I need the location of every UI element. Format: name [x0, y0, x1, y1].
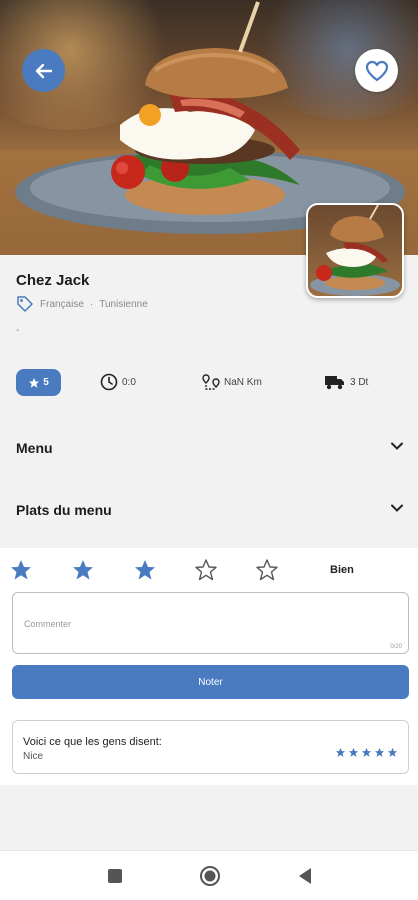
star-filled-icon[interactable]	[71, 558, 95, 582]
category-row: Française · Tunisienne	[16, 295, 148, 313]
triangle-back-icon	[299, 868, 311, 884]
time-stat: 0:0	[100, 373, 136, 391]
menu-accordion[interactable]: Menu	[0, 429, 418, 469]
heart-outline-icon	[365, 60, 388, 81]
star-icon	[361, 747, 372, 757]
chevron-down-icon	[391, 504, 403, 512]
star-icon	[387, 747, 398, 757]
route-icon	[202, 374, 220, 390]
star-filled-icon[interactable]	[9, 558, 33, 582]
category-separator: ·	[89, 298, 94, 310]
star-icon	[29, 377, 40, 388]
submit-rating-label: Noter	[198, 676, 223, 688]
testimonial-heading: Voici ce que les gens disent:	[23, 736, 162, 748]
square-icon	[108, 869, 122, 883]
chevron-down-icon	[391, 442, 403, 450]
rating-word: Bien	[330, 564, 354, 576]
testimonial-card: Voici ce que les gens disent: Nice	[12, 720, 409, 774]
char-counter: 0/20	[390, 644, 402, 650]
comment-input[interactable]: Commenter 0/20	[12, 592, 409, 654]
clock-icon	[100, 373, 118, 391]
stats-row: 5 0:0 NaN Km 3 Dt	[0, 369, 418, 397]
favorite-button[interactable]	[355, 49, 398, 92]
star-icon	[348, 747, 359, 757]
star-rating-input: Bien	[0, 558, 418, 584]
home-button[interactable]	[198, 864, 222, 888]
dishes-accordion[interactable]: Plats du menu	[0, 491, 418, 531]
rating-badge: 5	[16, 369, 61, 396]
system-nav-bar	[0, 850, 418, 900]
category-label: Tunisienne	[99, 298, 148, 310]
tag-icon	[17, 296, 33, 312]
review-section: Bien Commenter 0/20 Noter Voici ce que l…	[0, 548, 418, 785]
submit-rating-button[interactable]: Noter	[12, 665, 409, 699]
delivery-fee-value: 3 Dt	[350, 376, 369, 388]
star-icon	[335, 747, 346, 757]
testimonial-stars	[335, 747, 398, 758]
restaurant-name: Chez Jack	[16, 272, 90, 289]
star-icon	[374, 747, 385, 757]
restaurant-description: -	[16, 325, 20, 336]
distance-stat: NaN Km	[202, 373, 262, 391]
testimonial-comment: Nice	[23, 751, 44, 762]
category-label: Française	[40, 298, 84, 310]
nav-back-button[interactable]	[293, 864, 317, 888]
star-outline-icon[interactable]	[194, 558, 218, 582]
delivery-stat: 3 Dt	[324, 373, 368, 391]
restaurant-info: Chez Jack Française · Tunisienne - 5 0:0	[0, 255, 418, 545]
distance-value: NaN Km	[224, 376, 262, 388]
star-filled-icon[interactable]	[133, 558, 157, 582]
time-value: 0:0	[122, 376, 136, 388]
circle-icon	[200, 866, 220, 886]
back-button[interactable]	[22, 49, 65, 92]
arrow-left-icon	[35, 63, 52, 78]
comment-placeholder: Commenter	[24, 619, 72, 629]
dishes-accordion-label: Plats du menu	[16, 502, 112, 518]
restaurant-thumbnail	[306, 203, 404, 298]
burger-thumbnail-illustration	[310, 205, 400, 296]
truck-icon	[325, 376, 344, 390]
recents-button[interactable]	[103, 864, 127, 888]
rating-value: 5	[43, 377, 49, 388]
menu-accordion-label: Menu	[16, 440, 53, 456]
star-outline-icon[interactable]	[255, 558, 279, 582]
